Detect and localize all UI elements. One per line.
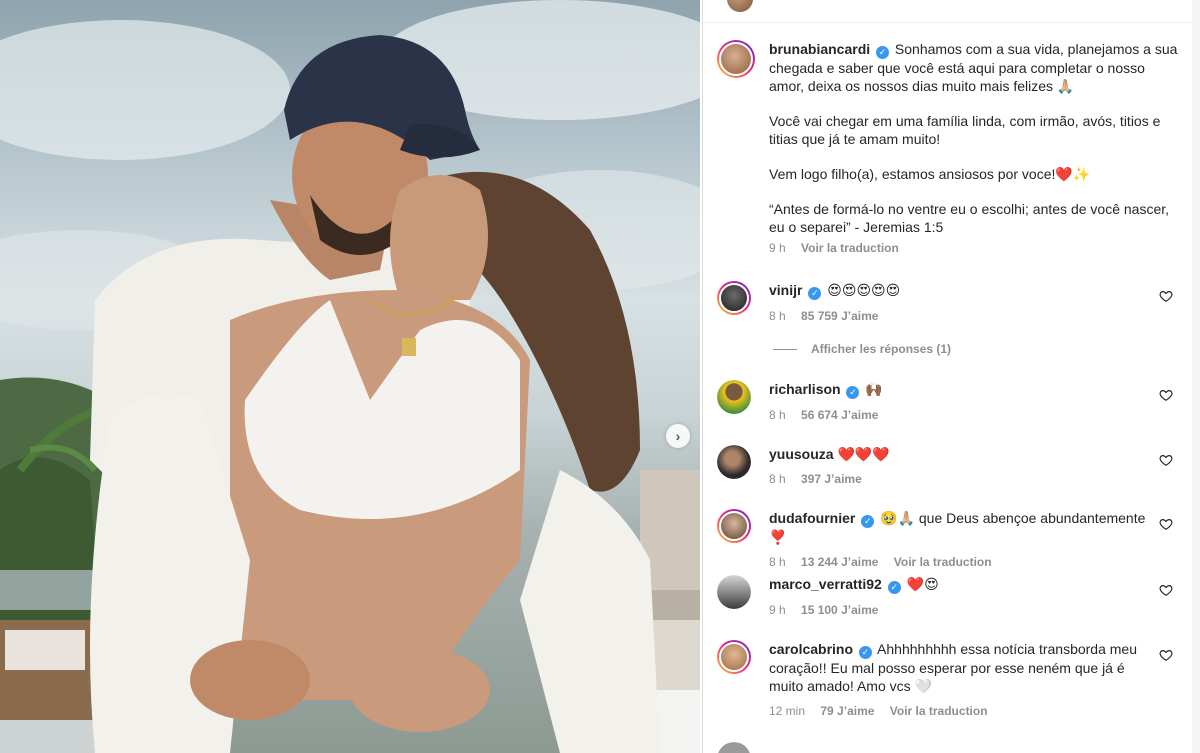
comment-time[interactable]: 8 h (769, 408, 786, 422)
show-replies-label: Afficher les réponses (1) (811, 342, 952, 356)
comment-likes[interactable]: 15 100 J’aime (801, 603, 878, 617)
heart-outline-icon[interactable] (1159, 453, 1173, 467)
commenter-username[interactable]: carolcabrino (769, 641, 853, 657)
comment-text: 😍😍😍😍😍 (827, 282, 901, 298)
post-caption: brunabiancardi ✓ Sonhamos com a sua vida… (769, 40, 1179, 256)
comment-time[interactable]: 8 h (769, 472, 786, 486)
comment-translate-link[interactable]: Voir la traduction (890, 704, 988, 718)
header-avatar[interactable] (727, 0, 753, 12)
caption-paragraph: Você vai chegar em uma família linda, co… (769, 113, 1161, 147)
photo-illustration (0, 0, 700, 753)
verified-badge-icon: ✓ (808, 287, 822, 300)
commenter-username[interactable]: richarlison (769, 381, 841, 397)
commenter-username[interactable]: vinijr (769, 282, 802, 298)
caption-paragraph: “Antes de formá-lo no ventre eu o escolh… (769, 201, 1170, 235)
commenter-avatar[interactable] (717, 281, 751, 315)
verified-badge-icon: ✓ (876, 46, 890, 59)
verified-badge-icon: ✓ (858, 646, 872, 659)
commenter-username[interactable]: marco_verratti92 (769, 576, 882, 592)
caption-meta: 9 h Voir la traduction (769, 240, 1179, 256)
commenter-username[interactable]: dudafournier (769, 510, 855, 526)
carousel-next-button[interactable]: › (666, 424, 690, 448)
heart-outline-icon[interactable] (1159, 289, 1173, 303)
comment-text: ❤️❤️❤️ (837, 446, 890, 462)
show-replies-button[interactable]: Afficher les réponses (1) (773, 342, 951, 356)
commenter-avatar[interactable] (717, 445, 751, 479)
heart-outline-icon[interactable] (1159, 583, 1173, 597)
header-divider (703, 22, 1193, 23)
author-avatar[interactable] (717, 40, 755, 78)
comment-time[interactable]: 9 h (769, 603, 786, 617)
comment-time[interactable]: 12 min (769, 704, 805, 718)
comment-time[interactable]: 8 h (769, 555, 786, 569)
commenter-avatar[interactable] (717, 742, 751, 753)
comments-panel: brunabiancardi ✓ Sonhamos com a sua vida… (702, 0, 1200, 753)
comment-translate-link[interactable]: Voir la traduction (894, 555, 992, 569)
heart-outline-icon[interactable] (1159, 388, 1173, 402)
caption-time[interactable]: 9 h (769, 241, 786, 255)
comment-likes[interactable]: 13 244 J’aime (801, 555, 878, 569)
heart-outline-icon[interactable] (1159, 648, 1173, 662)
replies-line (773, 349, 797, 351)
commenter-avatar[interactable] (717, 380, 751, 414)
post-photo: › (0, 0, 700, 753)
comment-likes[interactable]: 56 674 J’aime (801, 408, 878, 422)
verified-badge-icon: ✓ (846, 386, 860, 399)
commenter-username[interactable]: yuusouza (769, 446, 834, 462)
comment-likes[interactable]: 85 759 J’aime (801, 309, 878, 323)
caption-paragraph: Vem logo filho(a), estamos ansiosos por … (769, 166, 1091, 182)
comment-likes[interactable]: 397 J’aime (801, 472, 862, 486)
comment-text: 🙌🏾 (865, 381, 883, 397)
caption-author-username[interactable]: brunabiancardi (769, 41, 870, 57)
commenter-avatar[interactable] (717, 509, 751, 543)
comment-text: ❤️😍 (906, 576, 939, 592)
comment-likes[interactable]: 79 J’aime (820, 704, 874, 718)
panel-scrollbar[interactable] (1192, 0, 1200, 753)
heart-outline-icon[interactable] (1159, 517, 1173, 531)
verified-badge-icon: ✓ (887, 581, 901, 594)
comment-time[interactable]: 8 h (769, 309, 786, 323)
verified-badge-icon: ✓ (861, 515, 875, 528)
commenter-avatar[interactable] (717, 640, 751, 674)
commenter-avatar[interactable] (717, 575, 751, 609)
caption-translate-link[interactable]: Voir la traduction (801, 241, 899, 255)
chevron-right-icon: › (675, 428, 681, 444)
